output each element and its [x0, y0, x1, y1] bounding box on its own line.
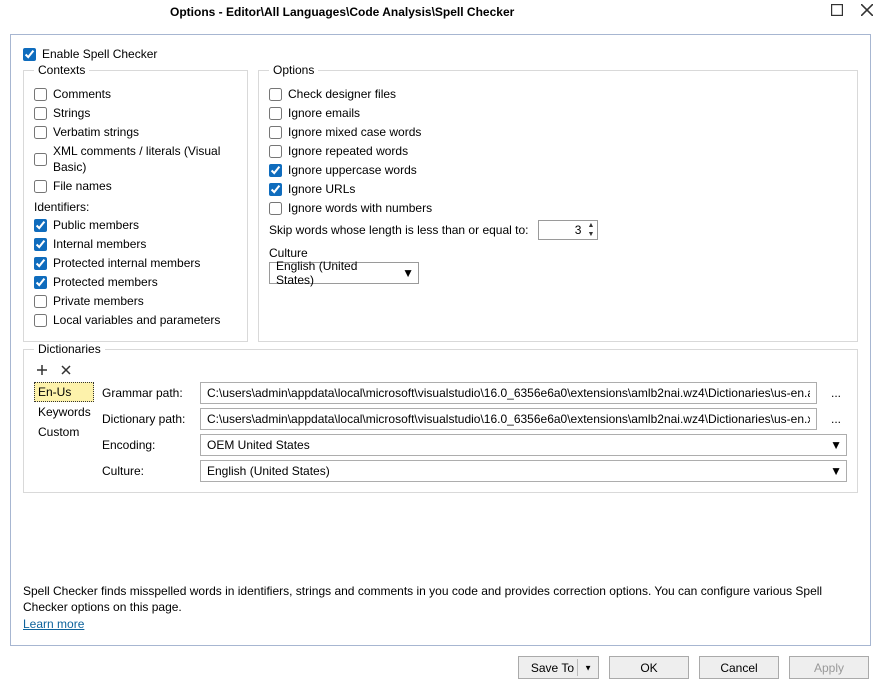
culture-dropdown[interactable]: English (United States) ▼ [269, 262, 419, 284]
enable-spell-checker-checkbox[interactable] [23, 48, 36, 61]
options-group: Options Check designer files Ignore email… [258, 63, 858, 342]
identifier-local-variables-and-parameters-label: Local variables and parameters [53, 312, 220, 328]
encoding-value: OEM United States [207, 438, 310, 452]
window-title: Options - Editor\All Languages\Code Anal… [170, 5, 514, 19]
option-ignore-uppercase-words-label: Ignore uppercase words [288, 162, 417, 178]
grammar-path-label: Grammar path: [102, 386, 192, 400]
info-text: Spell Checker finds misspelled words in … [23, 575, 858, 645]
context-comments-checkbox[interactable] [34, 88, 47, 101]
option-ignore-words-with-numbers-label: Ignore words with numbers [288, 200, 432, 216]
save-to-button[interactable]: Save To [518, 656, 599, 679]
close-icon[interactable] [861, 4, 873, 16]
maximize-icon[interactable] [831, 4, 843, 16]
cancel-button[interactable]: Cancel [699, 656, 779, 679]
add-dictionary-button[interactable] [34, 362, 50, 378]
dictionary-item-keywords[interactable]: Keywords [34, 402, 94, 422]
identifier-private-members-checkbox[interactable] [34, 295, 47, 308]
apply-button[interactable]: Apply [789, 656, 869, 679]
dictionaries-group: Dictionaries En-UsKeywordsCustom Grammar… [23, 342, 858, 493]
option-ignore-mixed-case-words-checkbox[interactable] [269, 126, 282, 139]
context-xml-comments-literals-visual-basic-checkbox[interactable] [34, 153, 47, 166]
option-check-designer-files-label: Check designer files [288, 86, 396, 102]
identifier-protected-members-label: Protected members [53, 274, 158, 290]
option-ignore-repeated-words-label: Ignore repeated words [288, 143, 408, 159]
option-ignore-urls-label: Ignore URLs [288, 181, 355, 197]
contexts-group: Contexts Comments Strings Verbatim strings… [23, 63, 248, 342]
identifier-protected-members-checkbox[interactable] [34, 276, 47, 289]
identifier-internal-members-checkbox[interactable] [34, 238, 47, 251]
context-xml-comments-literals-visual-basic-label: XML comments / literals (Visual Basic) [53, 143, 237, 175]
context-file-names-label: File names [53, 178, 112, 194]
titlebar: Options - Editor\All Languages\Code Anal… [0, 0, 881, 24]
option-ignore-repeated-words-checkbox[interactable] [269, 145, 282, 158]
encoding-dropdown[interactable]: OEM United States ▼ [200, 434, 847, 456]
context-strings-label: Strings [53, 105, 90, 121]
button-bar: Save To OK Cancel Apply [0, 646, 881, 691]
spinner-up-icon[interactable]: ▲ [584, 221, 597, 230]
chevron-down-icon: ▼ [830, 464, 842, 478]
contexts-legend: Contexts [34, 63, 89, 77]
remove-dictionary-button[interactable] [58, 362, 74, 378]
encoding-label: Encoding: [102, 438, 192, 452]
skip-words-label: Skip words whose length is less than or … [269, 223, 528, 237]
ok-button[interactable]: OK [609, 656, 689, 679]
context-verbatim-strings-label: Verbatim strings [53, 124, 139, 140]
dictionary-item-custom[interactable]: Custom [34, 422, 94, 442]
options-legend: Options [269, 63, 318, 77]
grammar-path-input[interactable] [200, 382, 817, 404]
identifier-private-members-label: Private members [53, 293, 144, 309]
identifier-public-members-label: Public members [53, 217, 139, 233]
enable-spell-checker-label: Enable Spell Checker [42, 47, 157, 61]
context-strings-checkbox[interactable] [34, 107, 47, 120]
identifier-local-variables-and-parameters-checkbox[interactable] [34, 314, 47, 327]
grammar-path-browse-button[interactable]: ... [825, 382, 847, 404]
dictionary-item-en-us[interactable]: En-Us [34, 382, 94, 402]
context-comments-label: Comments [53, 86, 111, 102]
dictionary-path-label: Dictionary path: [102, 412, 192, 426]
identifier-protected-internal-members-label: Protected internal members [53, 255, 200, 271]
option-ignore-uppercase-words-checkbox[interactable] [269, 164, 282, 177]
identifiers-header: Identifiers: [34, 200, 237, 214]
chevron-down-icon: ▼ [402, 266, 414, 280]
option-ignore-mixed-case-words-label: Ignore mixed case words [288, 124, 421, 140]
option-ignore-urls-checkbox[interactable] [269, 183, 282, 196]
dictionary-list: En-UsKeywordsCustom [34, 382, 94, 482]
context-verbatim-strings-checkbox[interactable] [34, 126, 47, 139]
context-file-names-checkbox[interactable] [34, 180, 47, 193]
option-ignore-words-with-numbers-checkbox[interactable] [269, 202, 282, 215]
dictionary-path-input[interactable] [200, 408, 817, 430]
option-check-designer-files-checkbox[interactable] [269, 88, 282, 101]
option-ignore-emails-label: Ignore emails [288, 105, 360, 121]
chevron-down-icon: ▼ [830, 438, 842, 452]
culture-label: Culture [269, 246, 847, 260]
identifier-protected-internal-members-checkbox[interactable] [34, 257, 47, 270]
identifier-public-members-checkbox[interactable] [34, 219, 47, 232]
dict-culture-dropdown[interactable]: English (United States) ▼ [200, 460, 847, 482]
option-ignore-emails-checkbox[interactable] [269, 107, 282, 120]
dictionary-path-browse-button[interactable]: ... [825, 408, 847, 430]
spinner-down-icon[interactable]: ▼ [584, 230, 597, 239]
dict-culture-label: Culture: [102, 464, 192, 478]
identifier-internal-members-label: Internal members [53, 236, 146, 252]
dictionaries-legend: Dictionaries [34, 342, 105, 356]
dict-culture-value: English (United States) [207, 464, 330, 478]
culture-value: English (United States) [276, 259, 398, 287]
main-panel: Enable Spell Checker Contexts Comments St… [10, 34, 871, 646]
info-description: Spell Checker finds misspelled words in … [23, 584, 822, 615]
learn-more-link[interactable]: Learn more [23, 617, 84, 631]
